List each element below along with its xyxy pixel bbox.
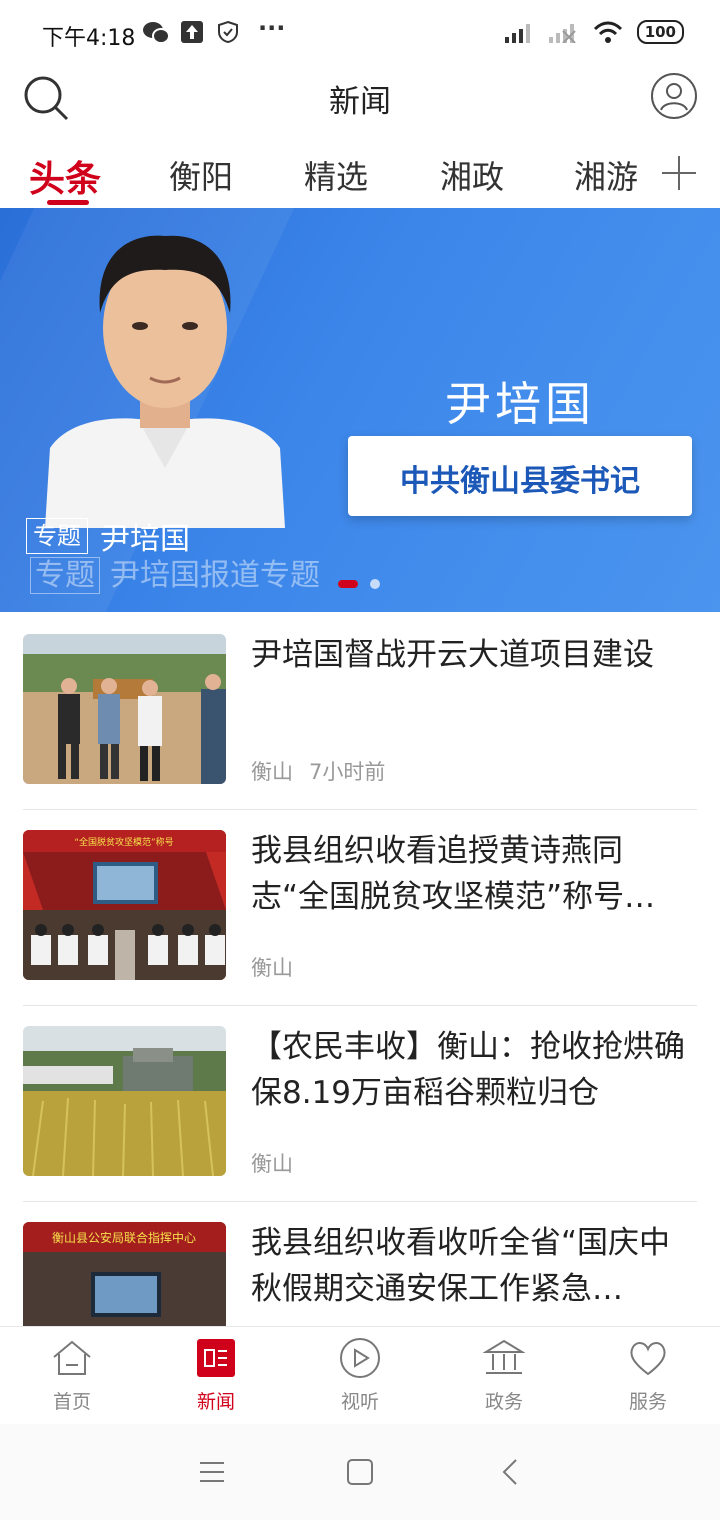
carousel-dot-active[interactable] bbox=[338, 580, 358, 588]
tab-xiangyou[interactable]: 湘游 bbox=[574, 152, 638, 198]
user-avatar-icon[interactable] bbox=[650, 72, 698, 120]
banner-subcaption: 专题 尹培国报道专题 bbox=[30, 550, 320, 594]
banner-portrait bbox=[45, 235, 285, 528]
home-icon bbox=[53, 1340, 91, 1375]
news-title: 尹培国督战开云大道项目建设 bbox=[251, 637, 654, 673]
featured-banner[interactable]: 尹培国 中共衡山县委书记 专题 尹培国 专题 尹培国报道专题 bbox=[0, 208, 720, 612]
thumbnail-banner-text: “全国脱贫攻坚模范”称号 bbox=[74, 836, 173, 848]
banner-subcaption-text: 尹培国报道专题 bbox=[110, 558, 320, 593]
thumbnail-banner-text: 衡山县公安局联合指挥中心 bbox=[52, 1230, 196, 1245]
carousel-dot[interactable] bbox=[370, 579, 380, 589]
nav-services[interactable]: 服务 bbox=[598, 1337, 698, 1414]
nav-media[interactable]: 视听 bbox=[310, 1337, 410, 1414]
news-meta: 衡山 7小时前 bbox=[251, 756, 385, 786]
page-title: 新闻 bbox=[329, 84, 391, 120]
tab-hengyang[interactable]: 衡阳 bbox=[169, 152, 233, 198]
nav-label: 首页 bbox=[52, 1391, 91, 1413]
news-title: 我县组织收看追授黄诗燕同志“全国脱贫攻坚模范”称号… bbox=[251, 833, 656, 915]
banner-role-plate: 中共衡山县委书记 bbox=[348, 436, 692, 516]
news-item[interactable]: “全国脱贫攻坚模范”称号 我县组织收看追授黄诗燕同志“全国脱贫攻坚模范”称号… … bbox=[23, 810, 697, 1006]
heart-icon bbox=[630, 1342, 666, 1376]
tab-headlines[interactable]: 头条 bbox=[29, 150, 101, 202]
tab-featured[interactable]: 精选 bbox=[304, 152, 368, 198]
active-tab-indicator bbox=[47, 200, 89, 205]
status-time: 下午4:18 bbox=[42, 26, 136, 51]
news-source: 衡山 bbox=[251, 956, 293, 980]
news-thumbnail bbox=[23, 634, 226, 784]
news-title: 【农民丰收】衡山：抢收抢烘确保8.19万亩稻谷颗粒归仓 bbox=[251, 1029, 685, 1111]
shield-icon bbox=[218, 20, 238, 44]
app-header: 新闻 bbox=[0, 68, 720, 130]
nav-home[interactable]: 首页 bbox=[22, 1337, 122, 1414]
banner-subcaption-badge: 专题 bbox=[30, 557, 100, 594]
more-notifications-icon: ··· bbox=[258, 14, 286, 42]
signal-2-icon bbox=[548, 24, 576, 43]
menu-icon[interactable] bbox=[196, 1456, 228, 1488]
add-tab-icon[interactable] bbox=[660, 154, 698, 192]
status-right: 100 bbox=[504, 20, 684, 44]
battery-indicator: 100 bbox=[636, 20, 684, 44]
nav-label: 政务 bbox=[484, 1391, 523, 1413]
news-icon bbox=[197, 1339, 235, 1377]
back-icon[interactable] bbox=[496, 1456, 528, 1488]
news-item[interactable]: 【农民丰收】衡山：抢收抢烘确保8.19万亩稻谷颗粒归仓 衡山 bbox=[23, 1006, 697, 1202]
nav-label: 服务 bbox=[628, 1391, 667, 1413]
news-meta: 衡山 bbox=[251, 952, 293, 982]
news-thumbnail bbox=[23, 1026, 226, 1176]
nav-news[interactable]: 新闻 bbox=[166, 1337, 266, 1414]
news-time: 7小时前 bbox=[309, 760, 386, 784]
wifi-icon bbox=[593, 21, 622, 43]
news-item[interactable]: 尹培国督战开云大道项目建设 衡山 7小时前 bbox=[23, 614, 697, 810]
news-source: 衡山 bbox=[251, 760, 293, 784]
system-nav-bar bbox=[0, 1424, 720, 1520]
banner-role-text: 中共衡山县委书记 bbox=[400, 464, 640, 499]
topic-badge: 专题 bbox=[26, 518, 88, 554]
news-meta: 衡山 bbox=[251, 1148, 293, 1178]
nav-government[interactable]: 政务 bbox=[454, 1337, 554, 1414]
wechat-icon bbox=[143, 22, 170, 44]
banner-person-name: 尹培国 bbox=[445, 377, 595, 431]
status-bar: 下午4:18 ··· 100 bbox=[0, 0, 720, 68]
government-icon bbox=[483, 1339, 525, 1374]
tab-xiangzheng[interactable]: 湘政 bbox=[440, 152, 504, 198]
upload-icon bbox=[181, 21, 203, 43]
category-tabs: 头条 衡阳 精选 湘政 湘游 bbox=[0, 140, 720, 208]
signal-icon bbox=[504, 24, 530, 43]
nav-label: 视听 bbox=[340, 1391, 379, 1413]
bottom-nav: 首页 新闻 视听 政务 服务 bbox=[0, 1326, 720, 1425]
news-thumbnail: “全国脱贫攻坚模范”称号 bbox=[23, 830, 226, 980]
home-square-icon[interactable] bbox=[344, 1456, 376, 1488]
news-title: 我县组织收看收听全省“国庆中秋假期交通安保工作紧急… bbox=[251, 1225, 671, 1307]
news-source: 衡山 bbox=[251, 1152, 293, 1176]
play-icon bbox=[340, 1338, 380, 1378]
nav-label: 新闻 bbox=[196, 1391, 235, 1413]
